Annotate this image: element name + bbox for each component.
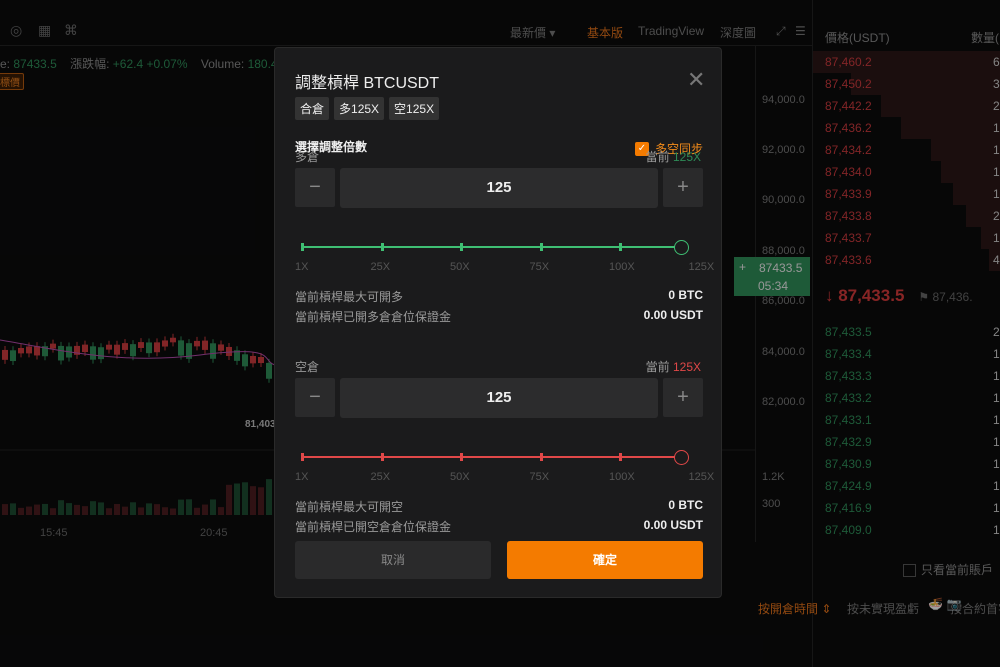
short-label: 空倉 <box>295 360 320 374</box>
slider-tick <box>460 243 463 251</box>
slider-mark: 25X <box>370 471 391 483</box>
slider-track <box>301 246 687 248</box>
leverage-dialog: 調整槓桿 BTCUSDT ✕ 合倉 多125X 空125X 選擇調整倍數 ✓ 多空… <box>274 47 722 598</box>
current-prefix: 當前 <box>645 360 670 374</box>
long-leverage-stepper: −125 + <box>295 168 703 208</box>
info-row: 當前槓桿最大可開多 0 BTC <box>295 288 703 305</box>
decrement-button[interactable]: − <box>295 378 335 417</box>
slider-tick <box>380 453 384 461</box>
info-value: 0.00 USDT <box>643 308 703 322</box>
slider-mark: 100X <box>609 261 635 273</box>
slider-tick <box>619 453 622 461</box>
slider-mark: 50X <box>450 261 470 273</box>
slider-tick <box>460 453 463 461</box>
confirm-button[interactable]: 確定 <box>507 541 703 579</box>
slider-mark: 125X <box>688 471 715 483</box>
dialog-title: 調整槓桿 BTCUSDT <box>295 75 440 92</box>
slider-mark: 75X <box>529 261 550 273</box>
slider-handle[interactable] <box>674 450 689 465</box>
info-value: 0.00 USDT <box>643 518 703 532</box>
current-leverage: 125X <box>672 150 701 164</box>
info-row: 當前槓桿已開空倉倉位保證金 0.00 USDT <box>295 518 703 535</box>
info-key: 當前槓桿已開空倉倉位保證金 <box>295 520 452 534</box>
slider-mark: 25X <box>370 261 391 273</box>
long-label: 多倉 <box>295 150 320 164</box>
close-icon[interactable]: ✕ <box>687 67 705 93</box>
short-leverage-input[interactable]: 125 <box>340 378 658 418</box>
short-current: 當前 125X <box>646 358 701 375</box>
increment-button[interactable]: + <box>663 168 703 207</box>
info-key: 當前槓桿最大可開多 <box>295 290 404 304</box>
slider-handle[interactable] <box>674 240 689 255</box>
slider-tick <box>619 243 622 251</box>
slider-mark: 125X <box>688 261 715 273</box>
slider-mark: 1X <box>295 261 309 273</box>
slider-mark: 100X <box>609 471 635 483</box>
info-row: 當前槓桿最大可開空 0 BTC <box>295 498 703 515</box>
increment-button[interactable]: + <box>663 378 703 417</box>
slider-tick <box>539 453 543 461</box>
short-leverage-slider[interactable] <box>301 450 689 465</box>
slider-tick <box>301 243 304 251</box>
slider-mark: 1X <box>295 471 309 483</box>
slider-tick <box>301 453 304 461</box>
slider-tick <box>539 243 543 251</box>
slider-mark: 50X <box>450 471 470 483</box>
info-key: 當前槓桿最大可開空 <box>295 500 404 514</box>
decrement-button[interactable]: − <box>295 168 335 207</box>
mode-chips: 合倉 多125X 空125X <box>295 97 440 120</box>
current-leverage: 125X <box>672 360 701 374</box>
margin-mode-chip: 合倉 <box>295 97 330 120</box>
slider-mark: 75X <box>529 471 550 483</box>
info-row: 當前槓桿已開多倉倉位保證金 0.00 USDT <box>295 308 703 325</box>
long-current: 當前 125X <box>646 148 701 165</box>
short-leverage-stepper: −125 + <box>295 378 703 418</box>
cancel-button[interactable]: 取消 <box>295 541 491 579</box>
short-leverage-chip: 空125X <box>389 97 440 120</box>
long-leverage-input[interactable]: 125 <box>340 168 658 208</box>
slider-tick <box>380 243 384 251</box>
slider-track <box>301 456 687 458</box>
long-leverage-slider[interactable] <box>301 240 689 255</box>
info-value: 0 BTC <box>668 498 703 512</box>
current-prefix: 當前 <box>645 150 670 164</box>
info-value: 0 BTC <box>668 288 703 302</box>
info-key: 當前槓桿已開多倉倉位保證金 <box>295 310 452 324</box>
long-leverage-chip: 多125X <box>334 97 385 120</box>
